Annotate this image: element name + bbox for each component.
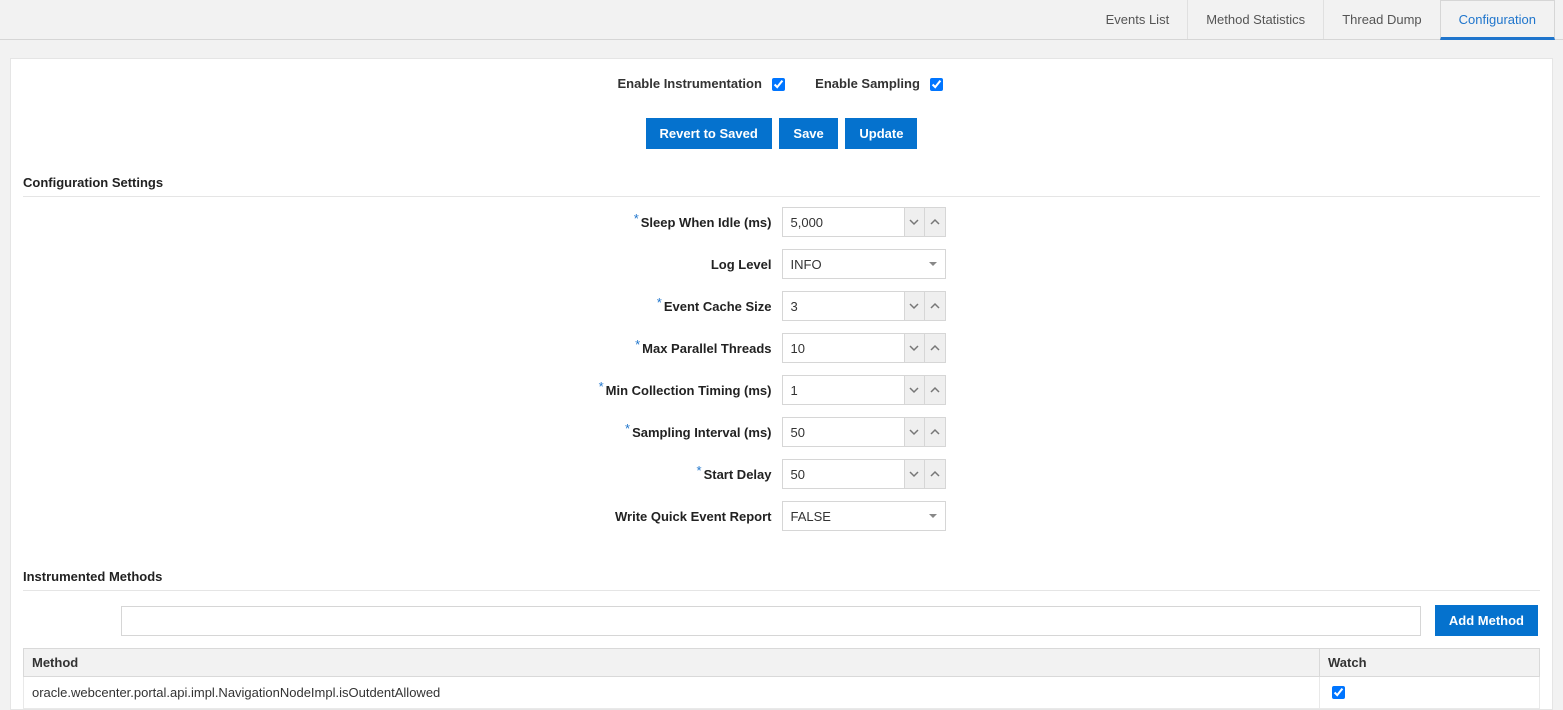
enable-instrumentation-checkbox[interactable] [772,78,785,91]
chevron-down-icon [909,385,919,395]
enable-instrumentation-label: Enable Instrumentation [617,76,791,91]
min-collection-timing-down[interactable] [904,376,924,404]
chevron-down-icon [909,301,919,311]
chevron-up-icon [930,217,940,227]
table-row: oracle.webcenter.portal.api.impl.Navigat… [24,677,1540,709]
sleep-when-idle-label: *Sleep When Idle (ms) [23,215,782,230]
event-cache-size-up[interactable] [924,292,944,320]
chevron-up-icon [930,469,940,479]
event-cache-size-spinner[interactable] [782,291,946,321]
write-quick-event-report-label: Write Quick Event Report [23,509,782,524]
start-delay-spinner[interactable] [782,459,946,489]
tab-method-statistics[interactable]: Method Statistics [1187,0,1323,39]
write-quick-event-report-value: FALSE [783,509,921,524]
methods-th-method[interactable]: Method [24,649,1320,677]
start-delay-label: *Start Delay [23,467,782,482]
action-buttons: Revert to Saved Save Update [23,104,1540,169]
sleep-when-idle-up[interactable] [924,208,944,236]
max-parallel-threads-spinner[interactable] [782,333,946,363]
sleep-when-idle-input[interactable] [783,208,904,236]
caret-down-icon [928,259,938,269]
chevron-down-icon [909,343,919,353]
event-cache-size-input[interactable] [783,292,904,320]
chevron-down-icon [909,217,919,227]
chevron-up-icon [930,343,940,353]
min-collection-timing-spinner[interactable] [782,375,946,405]
toggles-row: Enable Instrumentation Enable Sampling [23,73,1540,104]
sampling-interval-label: *Sampling Interval (ms) [23,425,782,440]
event-cache-size-down[interactable] [904,292,924,320]
sampling-interval-input[interactable] [783,418,904,446]
sampling-interval-up[interactable] [924,418,944,446]
config-form: *Sleep When Idle (ms) Log Level INFO *Ev… [23,207,1540,563]
chevron-up-icon [930,385,940,395]
tab-thread-dump[interactable]: Thread Dump [1323,0,1439,39]
sampling-interval-spinner[interactable] [782,417,946,447]
chevron-down-icon [909,427,919,437]
tab-configuration[interactable]: Configuration [1440,0,1555,40]
save-button[interactable]: Save [779,118,837,149]
sampling-interval-down[interactable] [904,418,924,446]
log-level-caret [921,259,945,269]
log-level-select[interactable]: INFO [782,249,946,279]
sleep-when-idle-down[interactable] [904,208,924,236]
log-level-label: Log Level [23,257,782,272]
enable-sampling-label: Enable Sampling [815,76,945,91]
sleep-when-idle-spinner[interactable] [782,207,946,237]
section-instrumented-methods: Instrumented Methods [23,563,1540,591]
max-parallel-threads-up[interactable] [924,334,944,362]
max-parallel-threads-input[interactable] [783,334,904,362]
tab-events-list[interactable]: Events List [1088,0,1188,39]
methods-th-watch[interactable]: Watch [1320,649,1540,677]
chevron-up-icon [930,301,940,311]
min-collection-timing-up[interactable] [924,376,944,404]
tabbar: Events List Method Statistics Thread Dum… [0,0,1563,40]
chevron-up-icon [930,427,940,437]
max-parallel-threads-label: *Max Parallel Threads [23,341,782,356]
methods-table: Method Watch oracle.webcenter.portal.api… [23,648,1540,709]
write-quick-event-report-caret [921,511,945,521]
log-level-value: INFO [783,257,921,272]
enable-sampling-checkbox[interactable] [930,78,943,91]
add-method-button[interactable]: Add Method [1435,605,1538,636]
watch-checkbox[interactable] [1332,686,1345,699]
chevron-down-icon [909,469,919,479]
section-config-settings: Configuration Settings [23,169,1540,197]
start-delay-up[interactable] [924,460,944,488]
enable-instrumentation-text: Enable Instrumentation [617,76,761,91]
min-collection-timing-label: *Min Collection Timing (ms) [23,383,782,398]
event-cache-size-label: *Event Cache Size [23,299,782,314]
caret-down-icon [928,511,938,521]
start-delay-down[interactable] [904,460,924,488]
add-method-row: Add Method [23,601,1540,644]
enable-sampling-text: Enable Sampling [815,76,920,91]
max-parallel-threads-down[interactable] [904,334,924,362]
min-collection-timing-input[interactable] [783,376,904,404]
add-method-input[interactable] [121,606,1421,636]
methods-cell-method: oracle.webcenter.portal.api.impl.Navigat… [24,677,1320,709]
revert-button[interactable]: Revert to Saved [646,118,772,149]
update-button[interactable]: Update [845,118,917,149]
page-content: Enable Instrumentation Enable Sampling R… [10,58,1553,710]
write-quick-event-report-select[interactable]: FALSE [782,501,946,531]
start-delay-input[interactable] [783,460,904,488]
methods-cell-watch [1320,677,1540,709]
